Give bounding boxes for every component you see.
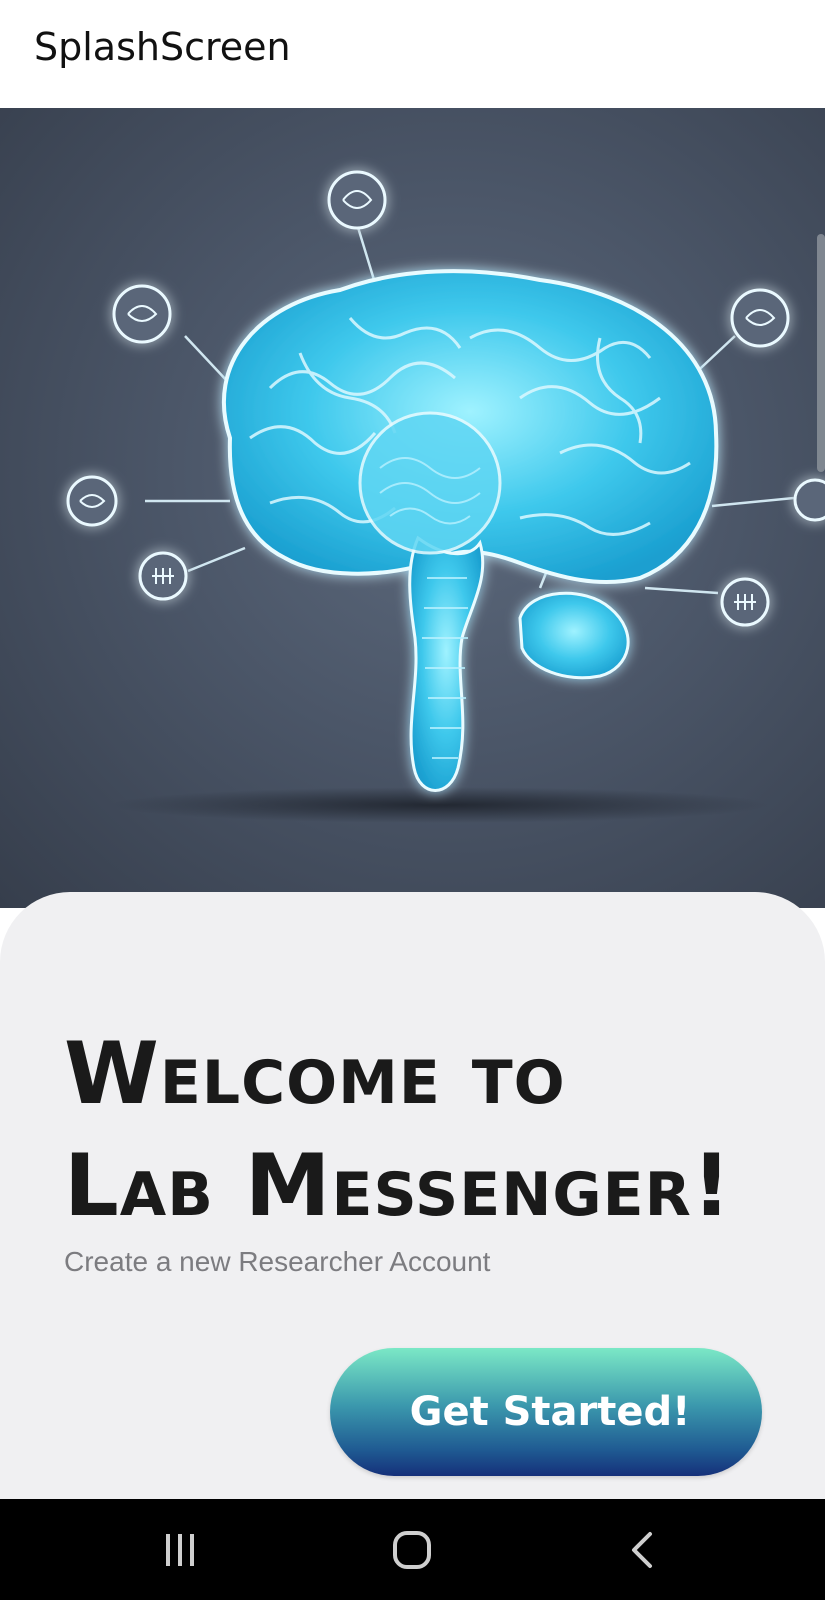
system-navigation-bar xyxy=(0,1499,825,1600)
floor-shadow xyxy=(110,787,770,823)
node-icon-top xyxy=(327,170,387,230)
welcome-title: Welcome to Lab Messenger! xyxy=(64,1018,784,1242)
scrollbar-thumb[interactable] xyxy=(817,234,825,472)
node-icon-left-middle xyxy=(66,475,118,527)
brain-illustration xyxy=(66,170,825,823)
node-icon-right-upper xyxy=(730,288,790,348)
back-icon xyxy=(632,1531,652,1568)
brain-stem xyxy=(408,535,485,792)
app-bar: SplashScreen xyxy=(0,0,825,108)
welcome-title-line1: Welcome to xyxy=(64,1024,566,1124)
home-button[interactable] xyxy=(352,1499,472,1600)
welcome-title-line2: Lab Messenger! xyxy=(64,1136,733,1236)
get-started-button[interactable]: Get Started! xyxy=(330,1348,762,1476)
hero-image xyxy=(0,108,825,908)
recents-icon xyxy=(166,1533,194,1566)
node-icon-left-upper xyxy=(112,284,172,344)
page-title: SplashScreen xyxy=(34,25,291,69)
brain-core xyxy=(358,411,502,555)
node-icon-right-middle xyxy=(793,478,825,522)
home-icon xyxy=(393,1530,431,1569)
back-button[interactable] xyxy=(582,1499,702,1600)
welcome-subtitle: Create a new Researcher Account xyxy=(64,1246,491,1277)
brain-cerebellum xyxy=(518,591,630,680)
recents-button[interactable] xyxy=(120,1499,240,1600)
